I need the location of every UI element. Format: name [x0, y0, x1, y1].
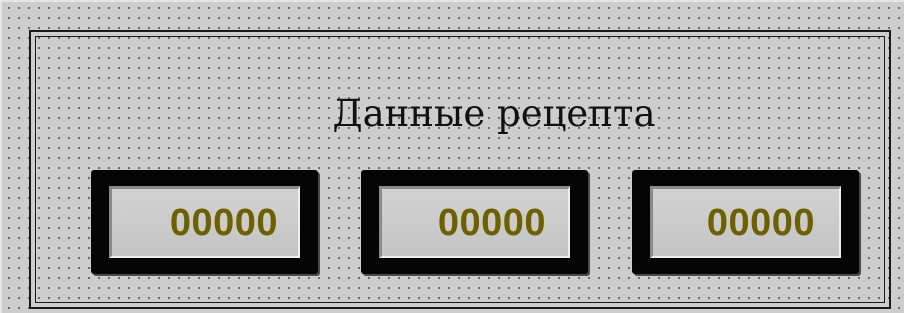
value-field-face: 00000	[109, 186, 300, 258]
value-field-face: 00000	[379, 186, 570, 258]
canvas-left-border	[0, 0, 2, 313]
value-field-text: 00000	[437, 201, 546, 244]
recipe-title: Данные рецепта	[332, 92, 656, 135]
value-field-text: 00000	[169, 201, 278, 244]
canvas-top-border	[0, 0, 904, 2]
recipe-value-field-3[interactable]: 00000	[632, 170, 859, 274]
editor-canvas: Данные рецепта 00000 00000 00000	[0, 0, 904, 313]
value-field-text: 00000	[706, 201, 815, 244]
recipe-value-field-2[interactable]: 00000	[361, 170, 588, 274]
value-field-face: 00000	[650, 186, 841, 258]
recipe-value-field-1[interactable]: 00000	[91, 170, 318, 274]
